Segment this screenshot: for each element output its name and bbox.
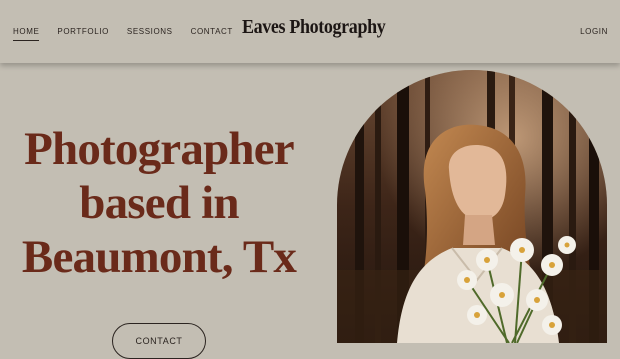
hero-title-line-2: based in [79,177,239,229]
nav-contact-link[interactable]: CONTACT [191,27,233,41]
portrait-illustration [337,70,607,343]
nav-sessions-link[interactable]: SESSIONS [127,27,173,41]
main-nav: HOME PORTFOLIO SESSIONS CONTACT [13,27,251,41]
hero-title: Photographer based in Beaumont, Tx [20,122,298,284]
nav-portfolio-link[interactable]: PORTFOLIO [57,27,108,41]
site-logo[interactable]: Eaves Photography [242,16,386,39]
hero-title-line-1: Photographer [24,123,295,175]
nav-home-link[interactable]: HOME [13,27,40,41]
login-link[interactable]: LOGIN [580,27,608,36]
contact-button[interactable]: CONTACT [112,323,206,359]
hero-photo [337,70,607,343]
hero-title-line-3: Beaumont, Tx [21,231,297,283]
site-header: HOME PORTFOLIO SESSIONS CONTACT Eaves Ph… [0,0,620,63]
